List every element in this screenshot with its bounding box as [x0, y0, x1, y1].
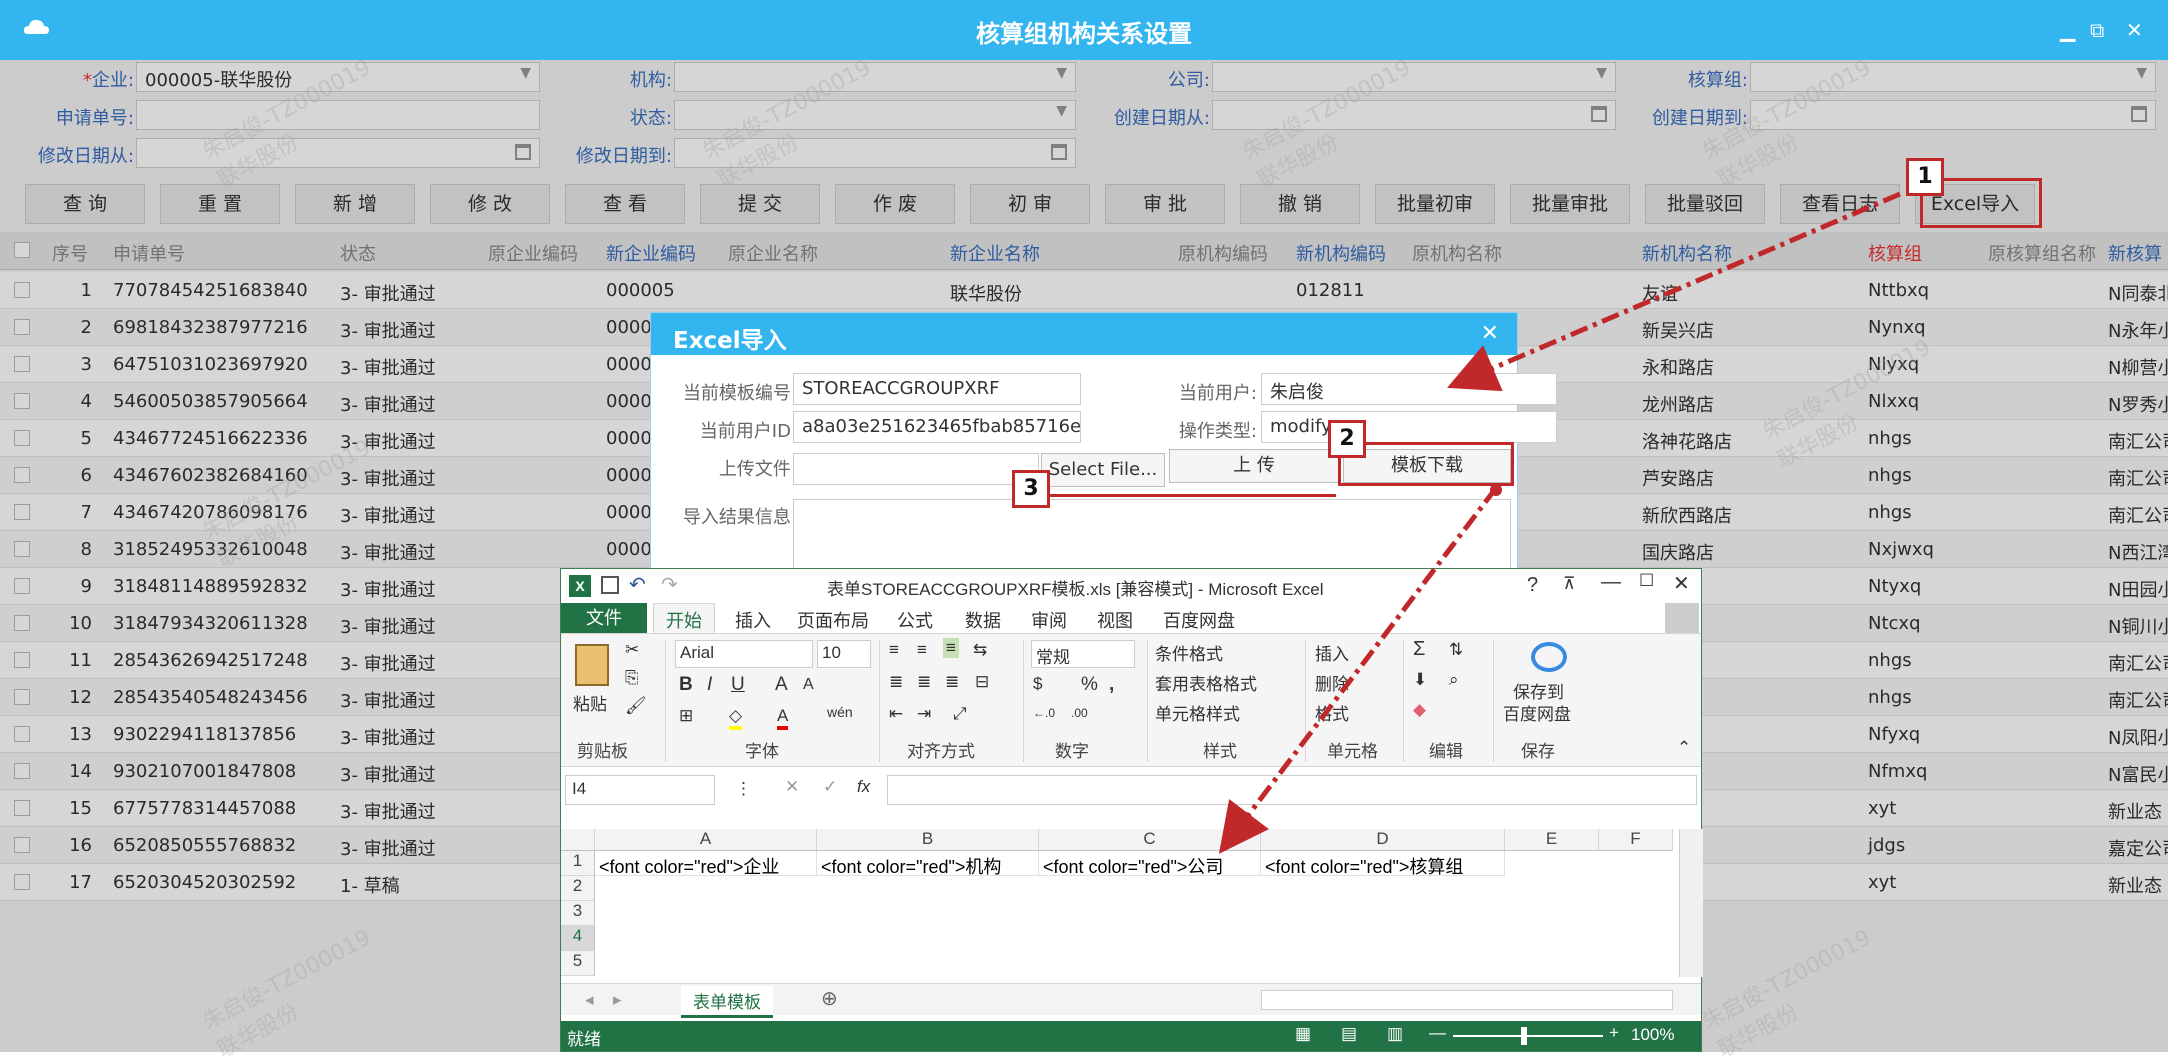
arrow-1 — [1447, 191, 1901, 392]
arrow-overlay — [1218, 191, 1901, 854]
arrow-2 — [1218, 486, 1498, 854]
